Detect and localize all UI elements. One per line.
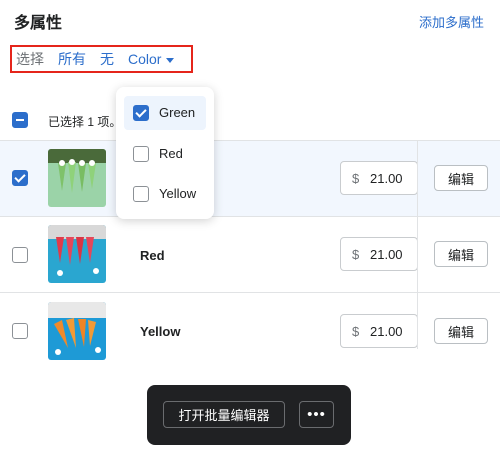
variant-row-yellow: Yellow $ 21.00 编辑 [0,292,500,371]
edit-button-yellow[interactable]: 编辑 [434,318,488,344]
color-filter-dropdown[interactable]: Color [128,51,175,67]
variant-checkbox-green[interactable] [12,170,28,186]
column-divider [417,293,418,349]
color-option-green[interactable]: Green [124,96,206,130]
color-option-checkbox[interactable] [133,186,149,202]
add-variant-link[interactable]: 添加多属性 [419,12,484,31]
variant-name-red: Red [140,248,165,263]
price-value: 21.00 [370,323,403,339]
column-divider [417,141,418,217]
variant-thumbnail-green [48,149,106,207]
select-label: 选择 [16,51,44,67]
select-none-link[interactable]: 无 [100,49,114,69]
page-title: 多属性 [14,15,63,32]
bulk-action-bar: 打开批量编辑器 ••• [147,385,351,445]
edit-button-green[interactable]: 编辑 [434,165,488,191]
color-option-label: Green [159,105,196,120]
currency-symbol: $ [352,323,360,339]
variant-thumbnail-yellow [48,302,106,360]
price-value: 21.00 [370,170,403,186]
edit-button-red[interactable]: 编辑 [434,241,488,267]
variant-name-yellow: Yellow [140,324,181,339]
color-option-red[interactable]: Red [124,137,206,171]
selection-header: 已选择 1 项。 [0,100,500,140]
variant-checkbox-red[interactable] [12,247,28,263]
color-option-checkbox[interactable] [133,146,149,162]
color-option-checkbox[interactable] [133,105,149,121]
price-input-green[interactable]: $ 21.00 [340,161,418,195]
selection-count: 已选择 1 项。 [48,115,122,129]
price-input-red[interactable]: $ 21.00 [340,237,418,271]
price-input-yellow[interactable]: $ 21.00 [340,314,418,348]
more-actions-button[interactable]: ••• [299,401,334,428]
price-value: 21.00 [370,246,403,262]
caret-down-icon [166,57,175,63]
color-option-label: Red [159,146,183,161]
color-option-label: Yellow [159,186,197,201]
color-option-yellow[interactable]: Yellow [124,177,206,211]
column-divider [417,217,418,293]
open-bulk-editor-button[interactable]: 打开批量编辑器 [163,401,285,428]
select-all-checkbox[interactable] [12,112,28,128]
variant-checkbox-yellow[interactable] [12,323,28,339]
currency-symbol: $ [352,246,360,262]
currency-symbol: $ [352,170,360,186]
variant-row-red: Red $ 21.00 编辑 [0,216,500,293]
color-filter-popover: Green Red Yellow [116,87,214,219]
filter-bar: 选择 所有 无 Color [10,45,193,73]
variant-row-green: $ 21.00 编辑 [0,140,500,217]
color-filter-label: Color [128,51,162,67]
variant-thumbnail-red [48,225,106,283]
select-all-link[interactable]: 所有 [58,49,86,69]
